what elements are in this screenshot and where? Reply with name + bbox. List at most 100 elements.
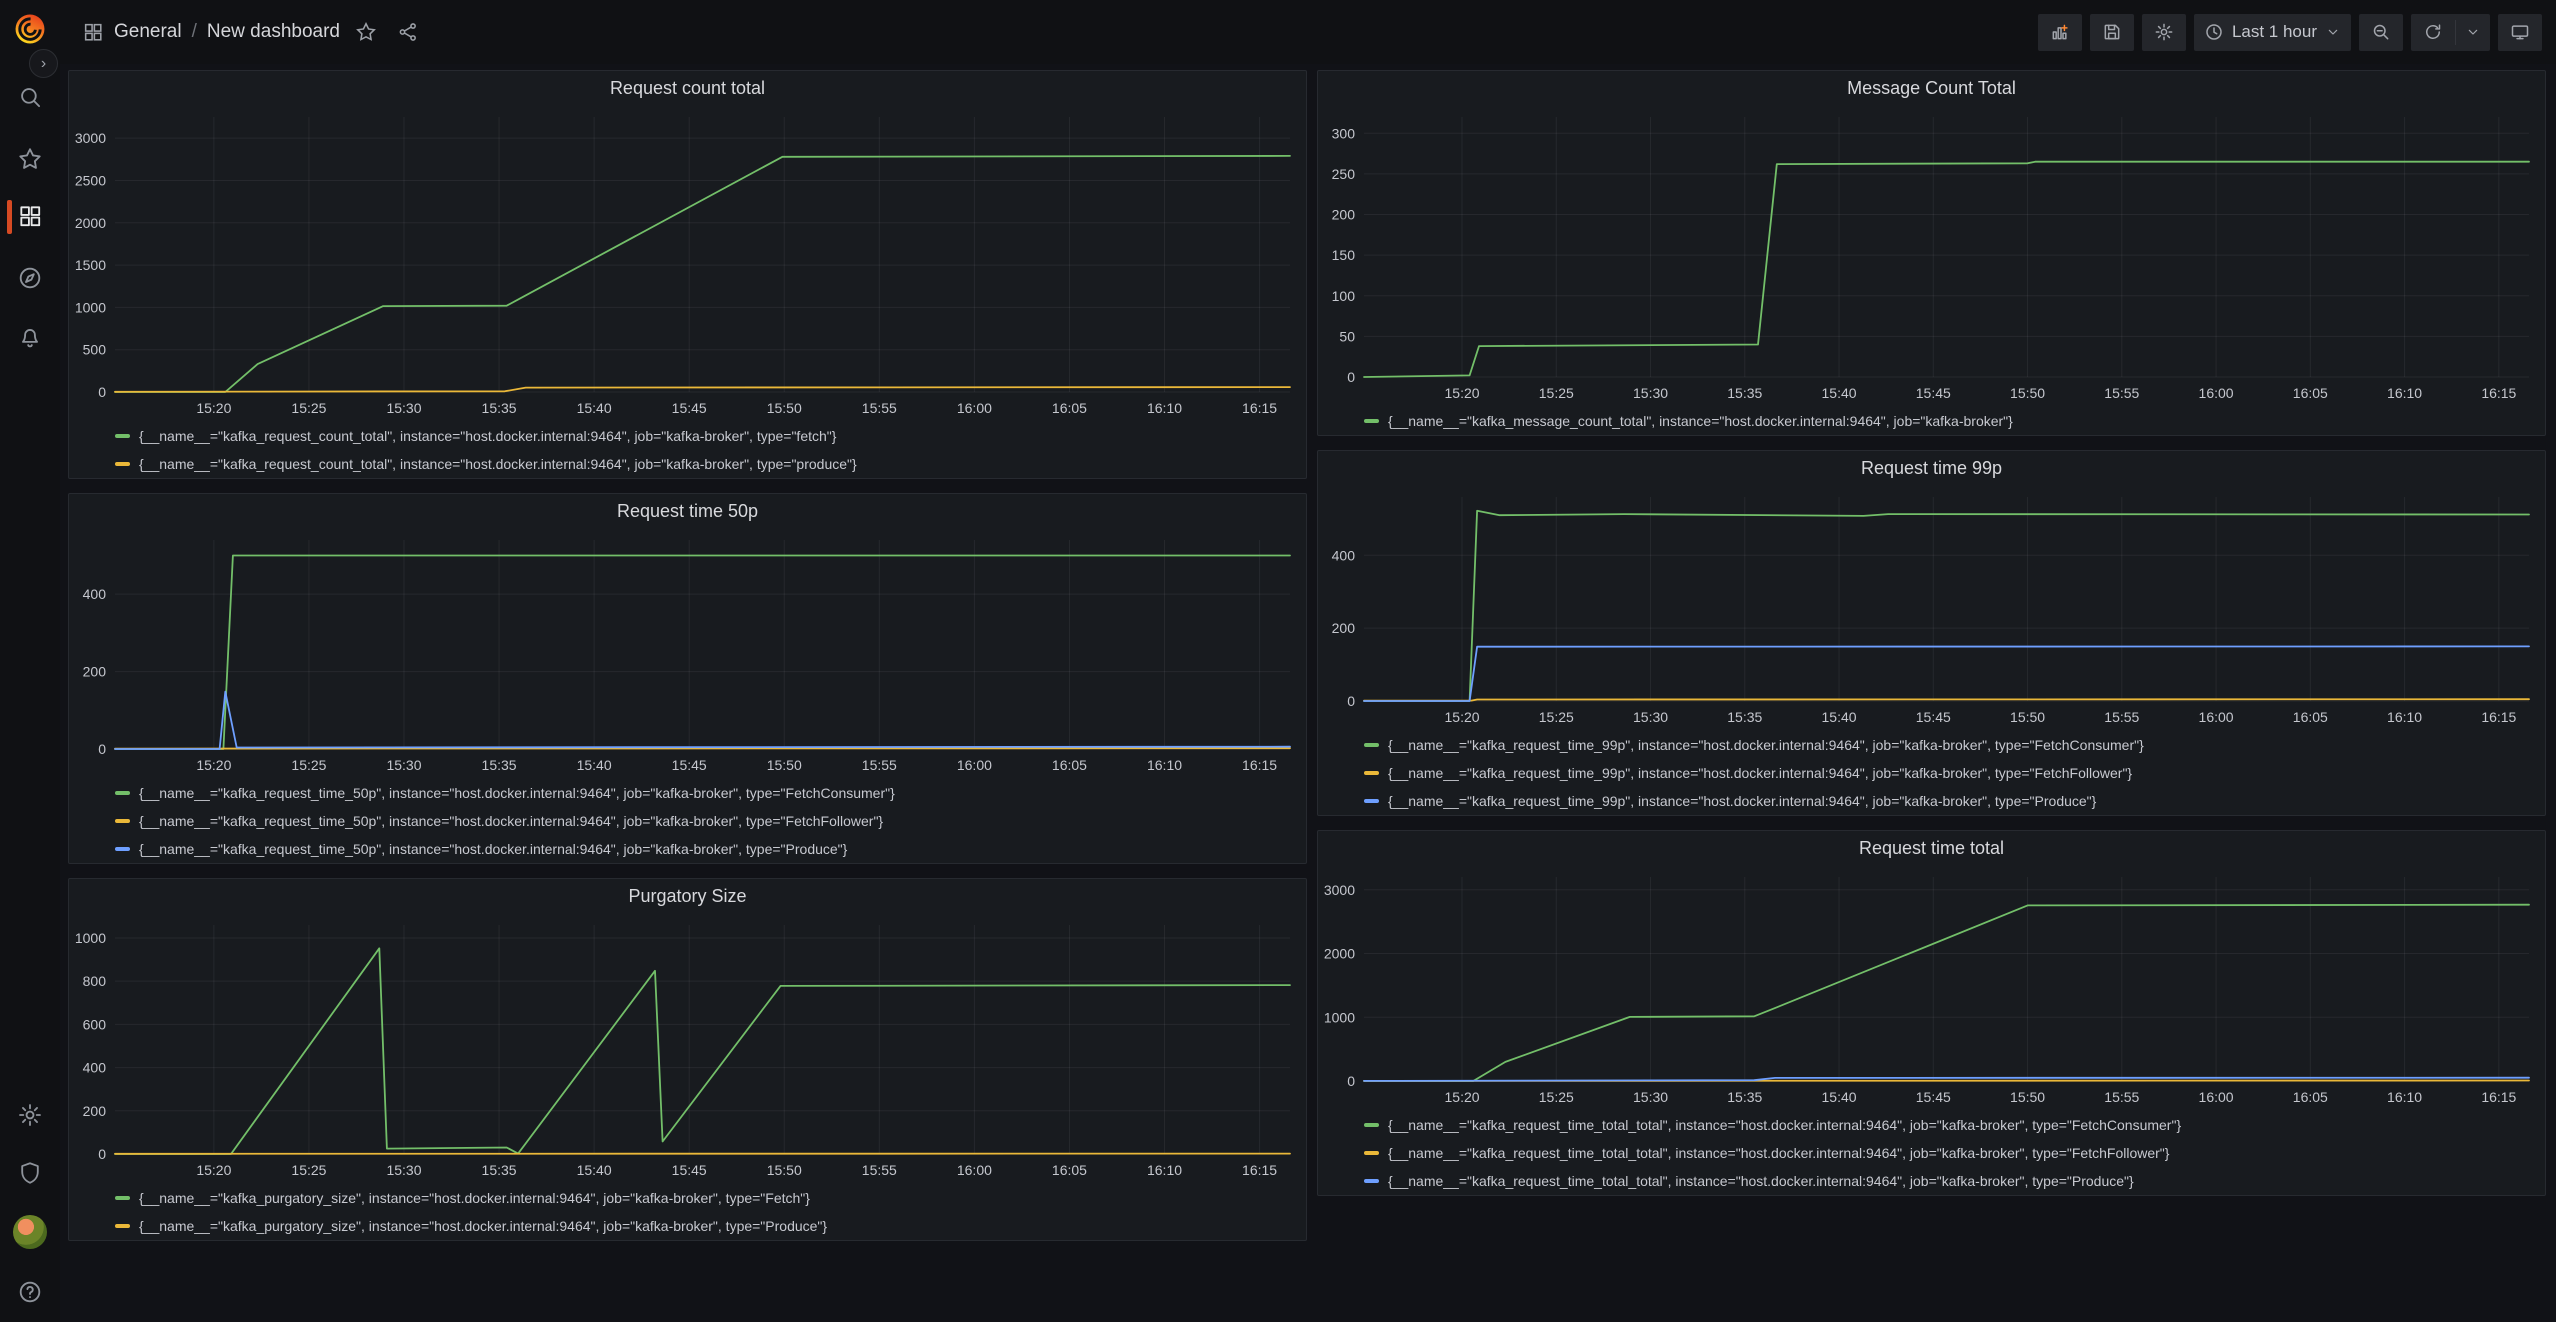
x-axis-tick-label: 15:20: [1445, 1089, 1480, 1105]
y-axis-tick-label: 300: [1332, 125, 1356, 141]
x-axis-tick-label: 15:25: [1539, 385, 1574, 401]
series-line: [115, 156, 1290, 392]
x-axis-tick-label: 15:55: [862, 1162, 897, 1178]
legend-item[interactable]: {__name__="kafka_request_time_50p", inst…: [115, 779, 895, 807]
x-axis-tick-label: 15:55: [862, 400, 897, 416]
legend-item[interactable]: {__name__="kafka_request_time_99p", inst…: [1364, 731, 2144, 759]
legend-item[interactable]: {__name__="kafka_request_time_total_tota…: [1364, 1167, 2181, 1195]
x-axis-tick-label: 15:35: [1727, 385, 1762, 401]
legend-item[interactable]: {__name__="kafka_request_count_total", i…: [115, 450, 857, 478]
x-axis-tick-label: 15:35: [1727, 1089, 1762, 1105]
breadcrumb-folder[interactable]: General: [114, 21, 182, 43]
legend-item[interactable]: {__name__="kafka_purgatory_size", instan…: [115, 1184, 827, 1212]
time-series-canvas[interactable]: 020040015:2015:2515:3015:3515:4015:4515:…: [1318, 451, 2545, 729]
save-icon: [2102, 22, 2122, 42]
y-axis-tick-label: 400: [1332, 547, 1356, 563]
x-axis-tick-label: 16:15: [2481, 709, 2516, 725]
dashboards-icon[interactable]: [0, 196, 60, 236]
y-axis-tick-label: 2500: [75, 172, 106, 188]
settings-gear-icon: [2154, 22, 2174, 42]
cycle-view-mode-button[interactable]: [2498, 14, 2542, 51]
chevron-down-icon: [2465, 24, 2481, 40]
legend-item[interactable]: {__name__="kafka_request_time_99p", inst…: [1364, 759, 2144, 787]
x-axis-tick-label: 16:10: [1147, 1162, 1182, 1178]
x-axis-tick-label: 15:20: [1445, 385, 1480, 401]
x-axis-tick-label: 16:05: [1052, 757, 1087, 773]
x-axis-tick-label: 15:20: [1445, 709, 1480, 725]
x-axis-tick-label: 15:55: [2104, 1089, 2139, 1105]
x-axis-tick-label: 16:10: [1147, 757, 1182, 773]
y-axis-tick-label: 1000: [75, 930, 106, 946]
x-axis-tick-label: 15:30: [1633, 1089, 1668, 1105]
configuration-gear-icon[interactable]: [0, 1095, 60, 1135]
series-line: [115, 556, 1290, 750]
legend-series-label: {__name__="kafka_request_time_50p", inst…: [139, 813, 883, 829]
expand-sidebar-button[interactable]: ›: [29, 49, 58, 78]
x-axis-tick-label: 15:55: [862, 757, 897, 773]
time-series-canvas[interactable]: 010002000300015:2015:2515:3015:3515:4015…: [1318, 831, 2545, 1109]
x-axis-tick-label: 16:00: [2199, 1089, 2234, 1105]
time-range-picker[interactable]: Last 1 hour: [2194, 14, 2351, 51]
refresh-icon: [2423, 22, 2443, 42]
x-axis-tick-label: 15:55: [2104, 385, 2139, 401]
x-axis-tick-label: 15:25: [291, 400, 326, 416]
server-admin-shield-icon[interactable]: [0, 1153, 60, 1193]
time-series-canvas[interactable]: 020040015:2015:2515:3015:3515:4015:4515:…: [69, 494, 1306, 777]
time-series-canvas[interactable]: 05001000150020002500300015:2015:2515:301…: [69, 71, 1306, 420]
y-axis-tick-label: 0: [1347, 693, 1355, 709]
legend-item[interactable]: {__name__="kafka_request_time_99p", inst…: [1364, 787, 2144, 815]
y-axis-tick-label: 200: [1332, 207, 1356, 223]
legend-series-label: {__name__="kafka_request_time_99p", inst…: [1388, 765, 2132, 781]
save-dashboard-button[interactable]: [2090, 14, 2134, 51]
x-axis-tick-label: 15:45: [672, 757, 707, 773]
series-line: [115, 692, 1290, 749]
explore-compass-icon[interactable]: [0, 258, 60, 298]
x-axis-tick-label: 15:50: [2010, 1089, 2045, 1105]
legend-item[interactable]: {__name__="kafka_request_time_total_tota…: [1364, 1139, 2181, 1167]
dashboards-grid-icon: [82, 21, 104, 43]
x-axis-tick-label: 15:35: [1727, 709, 1762, 725]
x-axis-tick-label: 15:45: [1916, 385, 1951, 401]
x-axis-tick-label: 15:20: [196, 1162, 231, 1178]
legend-item[interactable]: {__name__="kafka_purgatory_size", instan…: [115, 1212, 827, 1240]
legend-series-label: {__name__="kafka_request_time_99p", inst…: [1388, 737, 2144, 753]
help-icon[interactable]: [0, 1272, 60, 1312]
panel-request-time-total: Request time total010002000300015:2015:2…: [1317, 830, 2546, 1196]
x-axis-tick-label: 15:30: [1633, 709, 1668, 725]
y-axis-tick-label: 200: [1332, 620, 1356, 636]
refresh-interval-button[interactable]: [2456, 14, 2490, 51]
star-dashboard-button[interactable]: [350, 16, 382, 48]
x-axis-tick-label: 15:40: [577, 757, 612, 773]
legend-item[interactable]: {__name__="kafka_request_time_50p", inst…: [115, 835, 895, 863]
legend-item[interactable]: {__name__="kafka_request_time_50p", inst…: [115, 807, 895, 835]
time-series-canvas[interactable]: 0200400600800100015:2015:2515:3015:3515:…: [69, 879, 1306, 1182]
add-panel-button[interactable]: [2038, 14, 2082, 51]
search-icon[interactable]: [0, 77, 60, 117]
breadcrumb-dashboard-name[interactable]: New dashboard: [207, 21, 340, 43]
y-axis-tick-label: 0: [98, 1146, 106, 1162]
x-axis-tick-label: 16:05: [2293, 1089, 2328, 1105]
y-axis-tick-label: 400: [83, 1060, 107, 1076]
alerting-bell-icon[interactable]: [0, 317, 60, 357]
legend-item[interactable]: {__name__="kafka_message_count_total", i…: [1364, 407, 2013, 435]
legend-item[interactable]: {__name__="kafka_request_time_total_tota…: [1364, 1111, 2181, 1139]
refresh-button[interactable]: [2411, 14, 2455, 51]
y-axis-tick-label: 3000: [75, 130, 106, 146]
series-line: [115, 948, 1290, 1154]
x-axis-tick-label: 15:35: [482, 1162, 517, 1178]
legend-item[interactable]: {__name__="kafka_request_count_total", i…: [115, 422, 857, 450]
grafana-logo[interactable]: [0, 8, 60, 50]
share-dashboard-button[interactable]: [392, 16, 424, 48]
dashboard-settings-button[interactable]: [2142, 14, 2186, 51]
user-avatar[interactable]: [0, 1212, 60, 1252]
x-axis-tick-label: 15:40: [577, 1162, 612, 1178]
time-series-canvas[interactable]: 05010015020025030015:2015:2515:3015:3515…: [1318, 71, 2545, 405]
starred-icon[interactable]: [0, 139, 60, 179]
legend-series-swatch: [1364, 771, 1379, 775]
time-range-label: Last 1 hour: [2232, 22, 2317, 42]
x-axis-tick-label: 15:40: [1822, 385, 1857, 401]
zoom-out-time-button[interactable]: [2359, 14, 2403, 51]
legend-series-label: {__name__="kafka_request_time_total_tota…: [1388, 1173, 2134, 1189]
x-axis-tick-label: 15:30: [386, 400, 421, 416]
add-panel-icon: [2050, 22, 2070, 42]
